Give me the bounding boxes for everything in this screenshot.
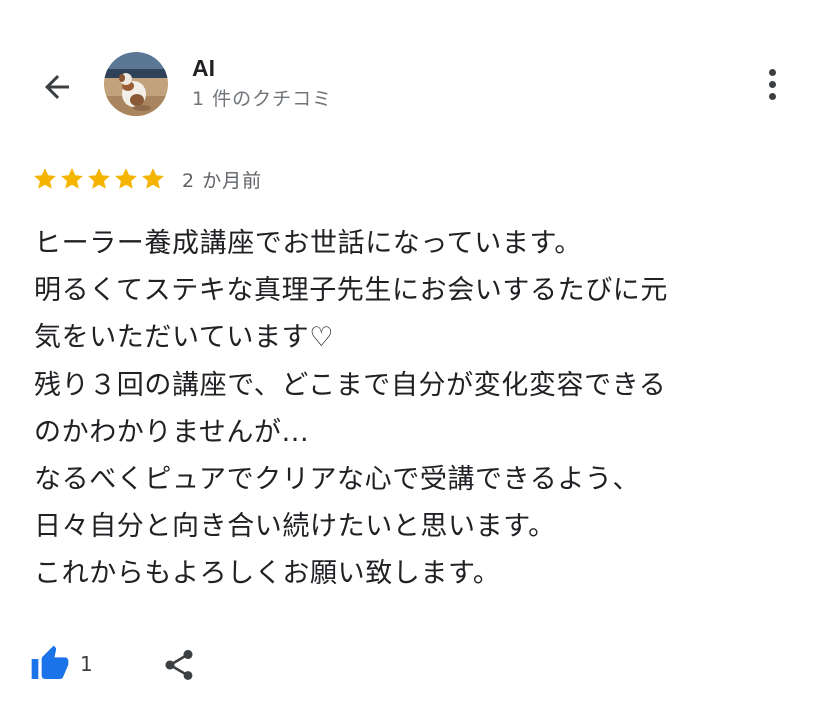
avatar[interactable] <box>104 52 168 116</box>
share-icon <box>165 650 193 680</box>
star-icon <box>115 168 137 189</box>
like-button[interactable]: 1 <box>30 644 93 684</box>
star-icon <box>34 168 56 189</box>
review-text-line: のかわかりませんが... <box>34 416 310 448</box>
thumbs-up-icon <box>31 645 69 679</box>
back-button[interactable] <box>30 60 84 114</box>
review-text: ヒーラー養成講座でお世話になっています。明るくてステキな真理子先生にお会いするた… <box>34 220 804 598</box>
review-count: 1 件のクチコミ <box>192 88 333 110</box>
star-icon <box>61 168 83 189</box>
review-text-line: 残り３回の講座で、どこまで自分が変化変容できる <box>34 369 667 401</box>
share-button[interactable] <box>160 646 198 684</box>
star-icon <box>88 168 110 189</box>
author-name[interactable]: AI <box>192 54 215 82</box>
star-rating <box>32 166 166 192</box>
review-text-line: これからもよろしくお願い致します。 <box>34 558 501 590</box>
review-text-line: なるべくピュアでクリアな心で受講できるよう、 <box>34 464 641 496</box>
more-vertical-icon-dot <box>768 80 776 88</box>
avatar-photo <box>104 52 168 116</box>
review-text-line: ヒーラー養成講座でお世話になっています。 <box>34 228 582 259</box>
review-text-line: 日々自分と向き合い続けたいと思います。 <box>34 511 556 543</box>
arrow-left-icon <box>45 75 69 99</box>
review-text-line: 気をいただいています♡ <box>34 322 334 354</box>
review-date: 2 か月前 <box>182 169 263 192</box>
more-options-button[interactable] <box>752 62 792 106</box>
review-text-line: 明るくてステキな真理子先生にお会いするたびに元 <box>34 275 668 307</box>
like-count: 1 <box>80 652 93 676</box>
rating-row: 2 か月前 <box>32 164 262 194</box>
star-icon <box>142 168 164 189</box>
more-vertical-icon-dot <box>768 92 776 100</box>
more-vertical-icon <box>768 68 776 76</box>
